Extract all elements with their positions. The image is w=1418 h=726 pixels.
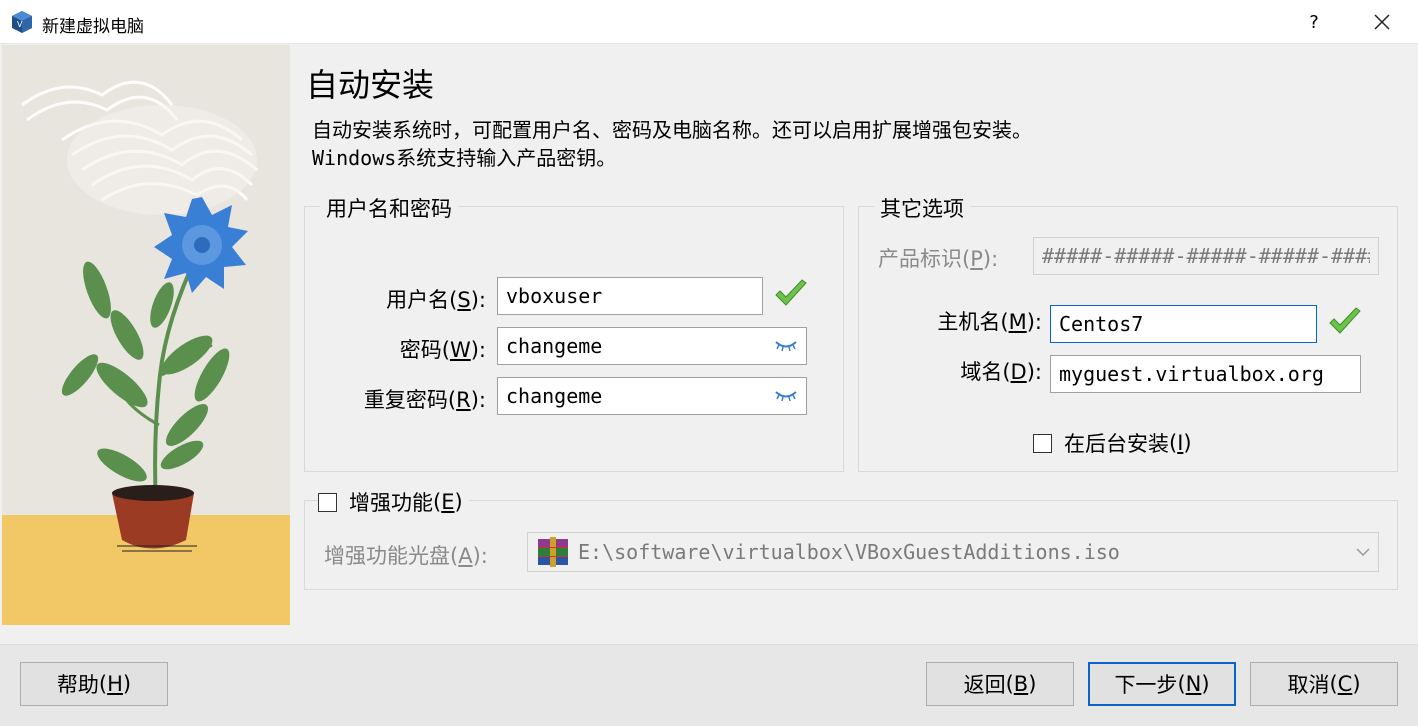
winrar-icon — [538, 537, 568, 567]
svg-text:V: V — [17, 20, 23, 29]
checkmark-icon — [1329, 307, 1361, 334]
page-title: 自动安装 — [306, 66, 435, 104]
additions-iso-label: 增强功能光盘(A): — [324, 544, 488, 568]
background-install-checkbox[interactable]: 在后台安装(I) — [1033, 428, 1192, 458]
other-options-legend: 其它选项 — [874, 193, 970, 223]
close-button[interactable] — [1360, 0, 1404, 44]
cancel-button[interactable]: 取消(C) — [1250, 662, 1398, 706]
checkmark-icon — [775, 279, 807, 306]
eye-closed-icon[interactable] — [774, 339, 798, 353]
description-line-2: Windows系统支持输入产品密钥。 — [312, 146, 617, 170]
additions-iso-select[interactable]: E:\software\virtualbox\VBoxGuestAddition… — [527, 532, 1379, 572]
product-key-input[interactable]: #####-#####-#####-#####-##### — [1033, 237, 1379, 275]
page-description: 自动安装系统时，可配置用户名、密码及电脑名称。还可以启用扩展增强包安装。 Win… — [312, 116, 1032, 172]
hostname-label: 主机名(M): — [937, 310, 1042, 334]
password-input[interactable]: changeme — [497, 327, 807, 365]
eye-closed-icon[interactable] — [774, 389, 798, 403]
user-password-legend: 用户名和密码 — [320, 193, 458, 223]
hostname-input[interactable]: Centos7 — [1050, 305, 1317, 343]
guest-additions-checkbox[interactable]: 增强功能(E) — [318, 487, 469, 517]
back-button[interactable]: 返回(B) — [926, 662, 1074, 706]
username-label: 用户名(S): — [386, 288, 486, 312]
product-key-label: 产品标识(P): — [878, 247, 999, 271]
wizard-illustration — [2, 45, 290, 625]
checkbox-box[interactable] — [318, 492, 337, 512]
repeat-password-input[interactable]: changeme — [497, 377, 807, 415]
close-icon — [1374, 14, 1390, 30]
description-line-1: 自动安装系统时，可配置用户名、密码及电脑名称。还可以启用扩展增强包安装。 — [312, 118, 1032, 142]
domain-input[interactable]: myguest.virtualbox.org — [1050, 355, 1361, 393]
virtualbox-icon: V — [12, 11, 32, 33]
checkbox-box[interactable] — [1033, 433, 1052, 453]
password-label: 密码(W): — [399, 338, 486, 362]
title-bar: V 新建虚拟电脑 ? — [0, 0, 1418, 44]
repeat-password-label: 重复密码(R): — [363, 388, 486, 412]
help-button[interactable]: 帮助(H) — [20, 662, 168, 706]
domain-label: 域名(D): — [960, 360, 1042, 384]
window-title: 新建虚拟电脑 — [42, 17, 144, 37]
username-input[interactable]: vboxuser — [497, 277, 763, 315]
next-button[interactable]: 下一步(N) — [1088, 662, 1236, 706]
chevron-down-icon[interactable] — [1356, 547, 1370, 557]
help-title-button[interactable]: ? — [1292, 0, 1336, 44]
